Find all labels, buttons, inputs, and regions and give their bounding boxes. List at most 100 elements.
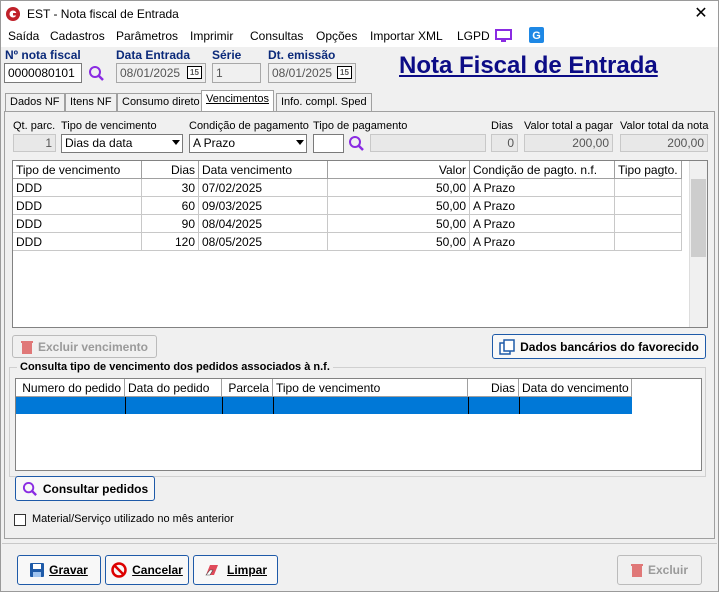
excluir-vencimento-button[interactable]: Excluir vencimento xyxy=(12,335,157,358)
search-nota-icon[interactable] xyxy=(88,65,105,82)
tipo-pag-desc xyxy=(370,134,486,152)
app-logo-icon xyxy=(6,7,20,21)
menu-saida[interactable]: Saída xyxy=(8,29,39,43)
cond-pag-select[interactable]: A Prazo xyxy=(189,134,307,153)
col-parcela[interactable]: Parcela xyxy=(222,379,273,397)
cell: 120 xyxy=(142,233,199,251)
dt-emissao-input[interactable]: 08/01/2025 15 xyxy=(268,63,356,83)
cell: 60 xyxy=(142,197,199,215)
tab-dados-nf[interactable]: Dados NF xyxy=(5,93,65,111)
svg-text:G: G xyxy=(532,30,541,42)
valor-pagar-label: Valor total a pagar xyxy=(524,120,614,132)
gravar-label: Gravar xyxy=(49,563,88,577)
menu-cadastros[interactable]: Cadastros xyxy=(50,29,105,43)
col-tipo-pag[interactable]: Tipo pagto. xyxy=(615,161,682,179)
cell xyxy=(615,233,682,251)
search-icon xyxy=(22,481,37,496)
excluir-button[interactable]: Excluir xyxy=(617,555,702,585)
cell: A Prazo xyxy=(470,179,615,197)
nota-fiscal-label: Nº nota fiscal xyxy=(5,48,81,62)
cell: DDD xyxy=(13,197,142,215)
limpar-label: Limpar xyxy=(226,563,267,577)
g-app-icon[interactable]: G xyxy=(529,27,544,43)
cancel-icon xyxy=(111,562,127,578)
valor-pagar-input: 200,00 xyxy=(524,134,613,152)
material-anterior-label: Material/Serviço utilizado no mês anteri… xyxy=(32,513,234,525)
col-cond-pag[interactable]: Condição de pagto. n.f. xyxy=(470,161,615,179)
excluir-label: Excluir xyxy=(647,563,689,577)
serie-input[interactable]: 1 xyxy=(212,63,261,83)
cell: 09/03/2025 xyxy=(199,197,328,215)
data-entrada-value: 08/01/2025 xyxy=(120,66,181,80)
tab-itens-nf[interactable]: Itens NF xyxy=(65,93,117,111)
limpar-button[interactable]: Limpar xyxy=(193,555,278,585)
dados-bancarios-label: Dados bancários do favorecido xyxy=(520,339,699,354)
tipo-venc-select[interactable]: Dias da data xyxy=(61,134,183,153)
consulta-grid[interactable]: Numero do pedido Data do pedido Parcela … xyxy=(15,378,702,471)
tab-vencimentos-label: Vencimentos xyxy=(206,93,269,105)
cell: 50,00 xyxy=(328,179,470,197)
col-data-vencimento[interactable]: Data do vencimento xyxy=(519,379,632,397)
save-icon xyxy=(30,563,45,577)
tab-vencimentos[interactable]: Vencimentos xyxy=(201,90,274,112)
menu-imprimir[interactable]: Imprimir xyxy=(190,29,233,43)
gravar-button[interactable]: Gravar xyxy=(17,555,101,585)
cancelar-button[interactable]: Cancelar xyxy=(105,555,189,585)
selected-row[interactable] xyxy=(16,397,632,414)
dias-label: Dias xyxy=(491,120,514,132)
vencimentos-grid[interactable]: Tipo de vencimento Dias Data vencimento … xyxy=(12,160,708,328)
col-tipo-vencimento[interactable]: Tipo de vencimento xyxy=(273,379,468,397)
cancelar-label: Cancelar xyxy=(132,563,183,577)
serie-label: Série xyxy=(212,48,242,62)
monitor-icon[interactable] xyxy=(495,29,512,43)
scrollbar-thumb[interactable] xyxy=(691,179,706,257)
data-entrada-label: Data Entrada xyxy=(116,48,191,62)
cell: DDD xyxy=(13,233,142,251)
dados-bancarios-button[interactable]: Dados bancários do favorecido xyxy=(492,334,706,359)
data-entrada-input[interactable]: 08/01/2025 15 xyxy=(116,63,206,83)
cell xyxy=(615,179,682,197)
calendar-icon[interactable]: 15 xyxy=(187,66,202,79)
cell xyxy=(615,215,682,233)
qt-parc-input[interactable]: 1 xyxy=(13,134,56,152)
search-tipo-pag-icon[interactable] xyxy=(348,135,365,152)
tab-info-sped[interactable]: Info. compl. Sped xyxy=(276,93,372,111)
tipo-pag-input[interactable] xyxy=(313,134,344,153)
tab-consumo-direto[interactable]: Consumo direto xyxy=(117,93,205,111)
menu-consultas[interactable]: Consultas xyxy=(250,29,303,43)
col-tipo-venc[interactable]: Tipo de vencimento xyxy=(13,161,142,179)
col-valor[interactable]: Valor xyxy=(328,161,470,179)
dias-input: 0 xyxy=(491,134,518,152)
cond-pag-value: A Prazo xyxy=(193,136,236,150)
material-anterior-checkbox[interactable] xyxy=(14,514,26,526)
qt-parc-label: Qt. parc. xyxy=(13,120,56,132)
cell: 50,00 xyxy=(328,197,470,215)
menu-importar-xml[interactable]: Importar XML xyxy=(370,29,443,43)
col-dias-consulta[interactable]: Dias xyxy=(468,379,519,397)
col-dias[interactable]: Dias xyxy=(142,161,199,179)
col-numero-pedido[interactable]: Numero do pedido xyxy=(16,379,125,397)
cell: DDD xyxy=(13,179,142,197)
menu-opcoes[interactable]: Opções xyxy=(316,29,357,43)
consultar-pedidos-button[interactable]: Consultar pedidos xyxy=(15,476,155,501)
cell: 90 xyxy=(142,215,199,233)
close-icon[interactable]: ✕ xyxy=(691,4,711,24)
trash-icon xyxy=(20,340,33,354)
calendar-icon-2[interactable]: 15 xyxy=(337,66,352,79)
cell: 08/04/2025 xyxy=(199,215,328,233)
col-data-pedido[interactable]: Data do pedido xyxy=(125,379,222,397)
chevron-down-icon xyxy=(172,140,180,145)
menu-parametros[interactable]: Parâmetros xyxy=(116,29,178,43)
dt-emissao-value: 08/01/2025 xyxy=(272,66,333,80)
tipo-venc-value: Dias da data xyxy=(65,136,133,150)
window-title: EST - Nota fiscal de Entrada xyxy=(27,7,179,21)
copy-icon xyxy=(499,338,515,355)
consulta-group-title: Consulta tipo de vencimento dos pedidos … xyxy=(17,361,333,373)
grid-scrollbar[interactable] xyxy=(689,161,707,327)
main-window: EST - Nota fiscal de Entrada ✕ Saída Cad… xyxy=(0,0,719,592)
menu-lgpd[interactable]: LGPD xyxy=(457,29,490,43)
consultar-pedidos-label: Consultar pedidos xyxy=(42,481,149,496)
col-data-venc[interactable]: Data vencimento xyxy=(199,161,328,179)
nota-fiscal-input[interactable]: 0000080101 xyxy=(4,63,82,83)
excluir-vencimento-label: Excluir vencimento xyxy=(37,339,149,354)
